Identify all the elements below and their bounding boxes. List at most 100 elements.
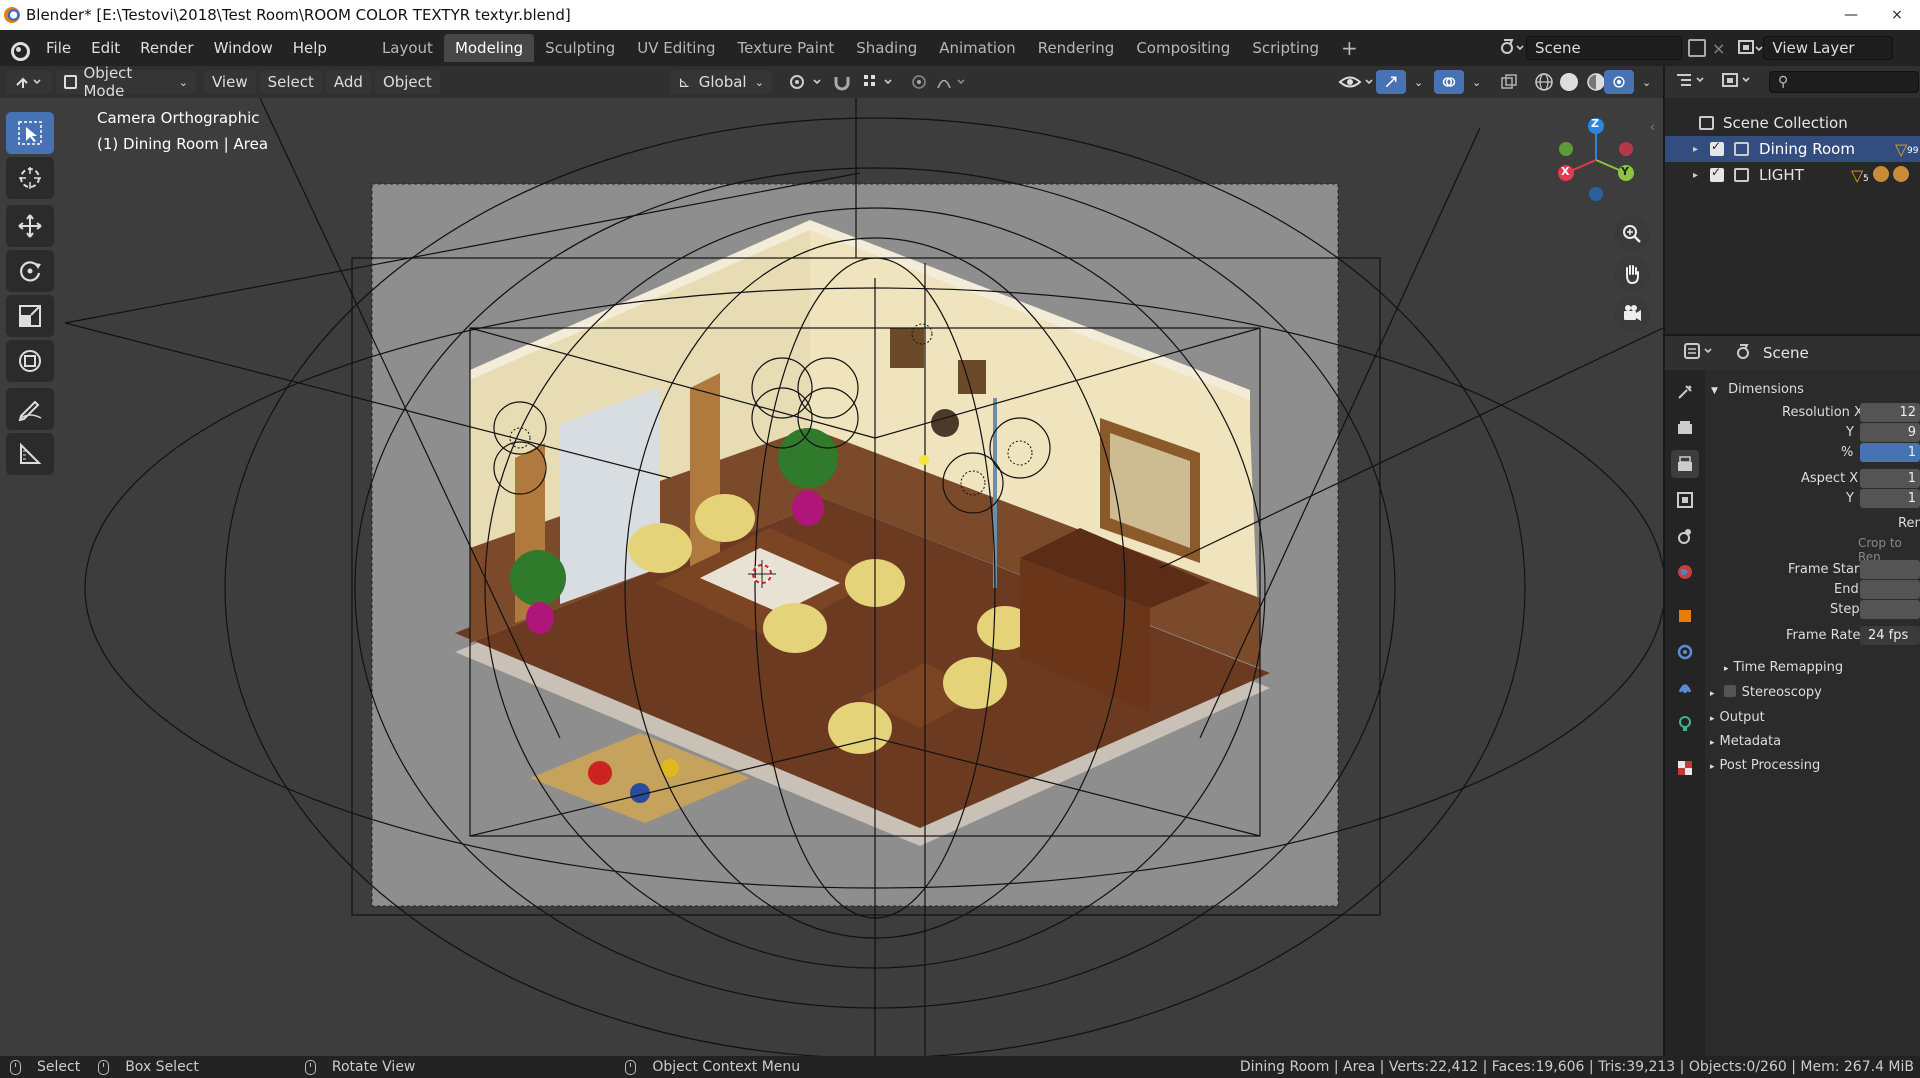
object-mode-dropdown[interactable]: Object Mode ⌄ (56, 64, 196, 100)
stereoscopy-checkbox[interactable] (1723, 685, 1736, 697)
rotate-tool[interactable] (6, 250, 54, 292)
snap-increment-icon[interactable] (854, 70, 906, 94)
menu-render[interactable]: Render (130, 30, 203, 66)
frame-end-field[interactable] (1860, 580, 1920, 599)
menu-help[interactable]: Help (283, 30, 337, 66)
cursor-tool[interactable] (6, 157, 54, 199)
menu-file[interactable]: File (36, 30, 81, 66)
render-region-checkbox-label[interactable]: Ren (1898, 516, 1920, 531)
gizmo-toggle-icon[interactable] (1376, 70, 1406, 94)
expand-arrow-icon[interactable]: ▸ (1693, 144, 1698, 155)
resolution-y-field[interactable]: 9 (1860, 423, 1920, 442)
object-menu[interactable]: Object (374, 70, 440, 94)
tab-modeling[interactable]: Modeling (443, 34, 535, 62)
gizmo-dropdown-icon[interactable]: ⌄ (1406, 70, 1431, 94)
resolution-x-field[interactable]: 12 (1860, 403, 1920, 422)
dimensions-panel-header[interactable]: ▼ Dimensions (1711, 382, 1804, 397)
aspect-y-label: Y (1846, 491, 1854, 506)
frame-step-field[interactable] (1860, 600, 1920, 619)
modifiers-tab-icon[interactable] (1671, 638, 1699, 666)
status-box-select: Box Select (125, 1059, 199, 1075)
navigation-gizmo[interactable]: Z Y X (1548, 112, 1644, 208)
proportional-editing-icon[interactable] (902, 70, 982, 94)
constraints-tab-icon[interactable] (1671, 674, 1699, 702)
tab-uv-editing[interactable]: UV Editing (626, 34, 726, 62)
render-tab-icon[interactable] (1671, 414, 1699, 442)
3d-viewport[interactable]: Camera Orthographic (1) Dining Room | Ar… (0, 98, 1663, 1056)
annotate-tool[interactable] (6, 388, 54, 430)
display-mode-icon[interactable] (1721, 71, 1755, 93)
zoom-icon[interactable] (1614, 216, 1650, 252)
collection-checkbox[interactable] (1710, 139, 1725, 156)
view-layer-icon[interactable] (1737, 37, 1763, 59)
measure-tool[interactable] (6, 433, 54, 475)
shading-rendered-icon[interactable] (1604, 70, 1634, 94)
tab-rendering[interactable]: Rendering (1027, 34, 1126, 62)
tab-compositing[interactable]: Compositing (1125, 34, 1241, 62)
sidebar-toggle-icon[interactable]: ‹ (1650, 120, 1655, 134)
add-menu[interactable]: Add (325, 70, 371, 94)
outliner-search-field[interactable]: ⚲ (1769, 71, 1919, 93)
tab-scripting[interactable]: Scripting (1241, 34, 1330, 62)
tab-shading[interactable]: Shading (845, 34, 928, 62)
select-box-tool[interactable] (6, 112, 54, 154)
post-processing-panel[interactable]: ▸ Post Processing (1710, 758, 1820, 773)
shading-dropdown-icon[interactable]: ⌄ (1634, 70, 1659, 94)
object-data-tab-icon[interactable] (1671, 710, 1699, 738)
scene-browse-icon[interactable] (1498, 36, 1526, 60)
view-layer-tab-icon[interactable] (1671, 486, 1699, 514)
world-tab-icon[interactable] (1671, 558, 1699, 586)
camera-view-icon[interactable] (1614, 296, 1650, 332)
tab-animation[interactable]: Animation (928, 34, 1026, 62)
tab-sculpting[interactable]: Sculpting (534, 34, 626, 62)
aspect-y-field[interactable]: 1 (1860, 489, 1920, 508)
tab-layout[interactable]: Layout (371, 34, 444, 62)
scene-field[interactable]: Scene (1526, 36, 1682, 60)
transform-orientation-dropdown[interactable]: ⊾ Global ⌄ (670, 70, 772, 94)
overlays-dropdown-icon[interactable]: ⌄ (1464, 70, 1489, 94)
overlays-toggle-icon[interactable] (1434, 70, 1464, 94)
close-button[interactable]: × (1874, 0, 1920, 30)
pan-hand-icon[interactable] (1614, 256, 1650, 292)
menu-edit[interactable]: Edit (81, 30, 130, 66)
texture-tab-icon[interactable] (1671, 754, 1699, 782)
transform-tool[interactable] (6, 340, 54, 382)
new-scene-icon[interactable] (1688, 39, 1706, 57)
editor-type-button[interactable] (6, 70, 52, 94)
expand-arrow-icon[interactable]: ▸ (1693, 170, 1698, 181)
metadata-panel[interactable]: ▸ Metadata (1710, 734, 1781, 749)
collection-checkbox[interactable] (1710, 165, 1725, 182)
select-menu[interactable]: Select (259, 70, 322, 94)
panel-collapsed-arrow-icon: ▸ (1710, 738, 1715, 748)
add-workspace-button[interactable]: + (1330, 34, 1369, 62)
outliner-editor-icon[interactable] (1675, 71, 1707, 93)
scale-tool[interactable] (6, 295, 54, 337)
frame-start-field[interactable] (1860, 560, 1920, 579)
outliner-row-dining-room[interactable]: ▸ Dining Room ▽ 99 (1665, 136, 1920, 162)
scene-tab-icon[interactable] (1671, 522, 1699, 550)
resolution-percent-field[interactable]: 1 (1860, 443, 1920, 462)
menu-window[interactable]: Window (204, 30, 283, 66)
aspect-x-field[interactable]: 1 (1860, 469, 1920, 488)
minimize-button[interactable]: — (1828, 0, 1874, 30)
stereoscopy-panel[interactable]: ▸ Stereoscopy (1710, 685, 1822, 700)
tool-settings-tab-icon[interactable] (1671, 378, 1699, 406)
view-menu[interactable]: View (204, 70, 256, 94)
time-remapping-subpanel[interactable]: ▸ Time Remapping (1724, 660, 1843, 675)
object-tab-icon[interactable] (1671, 602, 1699, 630)
frame-rate-dropdown[interactable]: 24 fps (1860, 626, 1920, 645)
outliner-scene-collection[interactable]: Scene Collection (1665, 110, 1920, 136)
xray-toggle-icon[interactable] (1492, 70, 1526, 94)
delete-scene-icon[interactable]: × (1712, 39, 1725, 58)
gizmo-axis-x[interactable]: X (1561, 165, 1569, 178)
gizmo-axis-y[interactable]: Y (1621, 165, 1629, 178)
output-panel[interactable]: ▸ Output (1710, 710, 1765, 725)
tab-texture-paint[interactable]: Texture Paint (726, 34, 845, 62)
output-tab-icon[interactable] (1671, 450, 1699, 478)
move-tool[interactable] (6, 205, 54, 247)
view-layer-field[interactable]: View Layer (1763, 36, 1894, 60)
blender-menu-icon[interactable] (6, 37, 30, 61)
outliner-row-light[interactable]: ▸ LIGHT ▽ 5 (1665, 162, 1920, 188)
properties-editor-icon[interactable] (1683, 342, 1715, 364)
gizmo-axis-z[interactable]: Z (1591, 117, 1599, 130)
